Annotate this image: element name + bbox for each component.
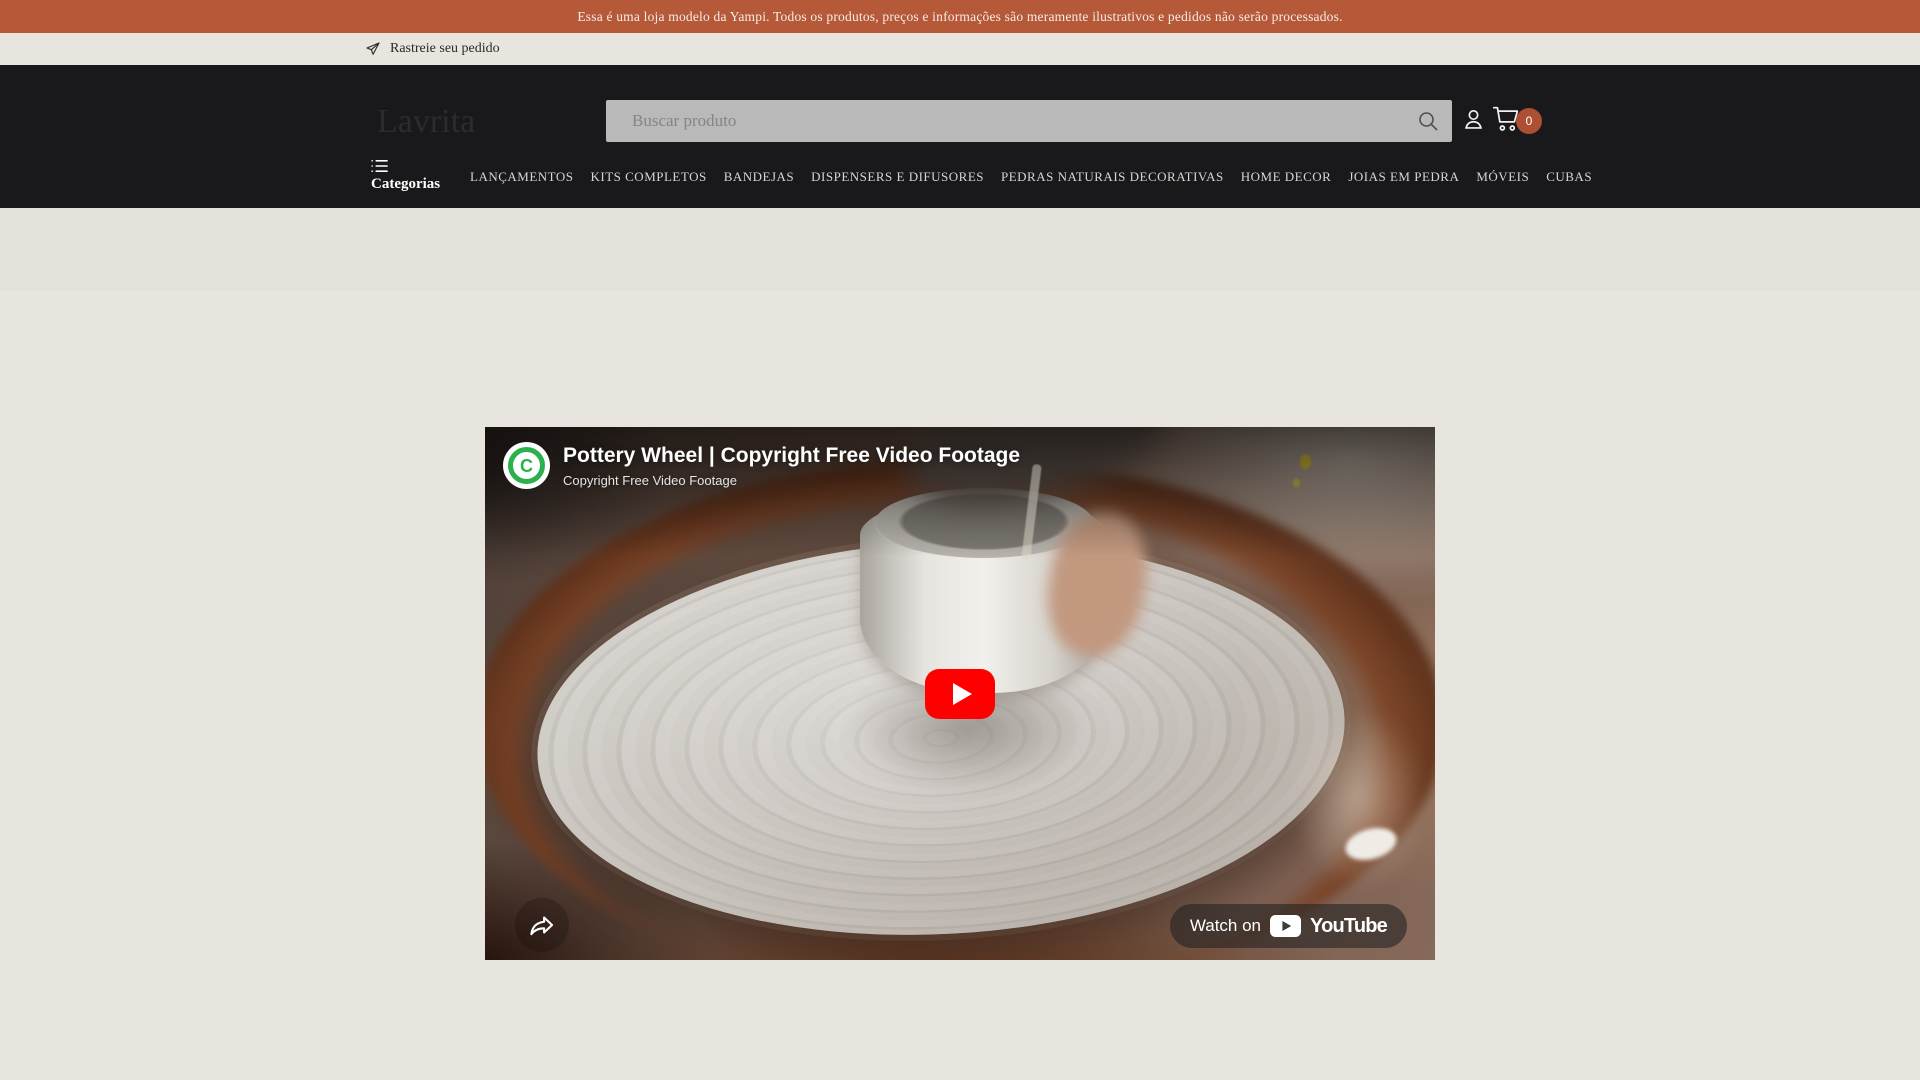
store-logo[interactable]: Lavrita xyxy=(377,105,475,139)
account-button[interactable] xyxy=(1460,106,1487,138)
search-box xyxy=(606,100,1452,142)
menu-list-icon xyxy=(371,160,388,172)
youtube-play-logo-icon xyxy=(1270,915,1302,937)
video-info-bar: C Pottery Wheel | Copyright Free Video F… xyxy=(485,427,1435,504)
cart-count-badge[interactable]: 0 xyxy=(1516,108,1542,134)
nav-item-moveis[interactable]: MÓVEIS xyxy=(1476,169,1529,185)
share-arrow-icon xyxy=(530,916,554,936)
user-icon xyxy=(1465,109,1482,129)
channel-avatar[interactable]: C xyxy=(503,442,550,489)
send-icon xyxy=(366,42,380,55)
copyright-logo-icon: C xyxy=(508,447,545,484)
youtube-wordmark: YouTube xyxy=(1310,914,1388,937)
share-button[interactable] xyxy=(515,898,569,952)
nav-item-home-decor[interactable]: HOME DECOR xyxy=(1241,169,1332,185)
nav-item-kits-completos[interactable]: KITS COMPLETOS xyxy=(591,169,707,185)
cart-count: 0 xyxy=(1525,114,1533,128)
search-icon xyxy=(1419,111,1438,131)
site-header: Lavrita 0 Categorias xyxy=(0,65,1920,208)
nav-item-bandejas[interactable]: BANDEJAS xyxy=(724,169,794,185)
avatar-letter: C xyxy=(520,455,533,476)
page-header-strip xyxy=(0,208,1920,291)
demo-notice-banner: Essa é uma loja modelo da Yampi. Todos o… xyxy=(0,0,1920,33)
youtube-embed: C Pottery Wheel | Copyright Free Video F… xyxy=(485,427,1435,960)
play-icon xyxy=(953,682,972,705)
categories-label: Categorias xyxy=(371,176,441,192)
categories-menu-button[interactable]: Categorias xyxy=(371,159,440,193)
nav-item-cubas[interactable]: CUBAS xyxy=(1546,169,1592,185)
storefront-page: { "banner": { "text": "Essa é uma loja m… xyxy=(0,0,1920,1080)
main-nav: LANÇAMENTOS KITS COMPLETOS BANDEJAS DISP… xyxy=(470,166,1592,188)
nav-item-lancamentos[interactable]: LANÇAMENTOS xyxy=(470,169,574,185)
nav-item-dispensers-e-difusores[interactable]: DISPENSERS E DIFUSORES xyxy=(811,169,984,185)
channel-name-link[interactable]: Copyright Free Video Footage xyxy=(563,473,1020,488)
track-order-label: Rastreie seu pedido xyxy=(390,41,500,56)
demo-notice-text: Essa é uma loja modelo da Yampi. Todos o… xyxy=(577,8,1343,24)
nav-item-joias-em-pedra[interactable]: JOIAS EM PEDRA xyxy=(1348,169,1459,185)
search-button[interactable] xyxy=(1414,108,1442,136)
video-titles: Pottery Wheel | Copyright Free Video Foo… xyxy=(563,442,1020,488)
utility-bar: Rastreie seu pedido xyxy=(0,33,1920,65)
track-order-link[interactable]: Rastreie seu pedido xyxy=(365,41,500,57)
video-title-link[interactable]: Pottery Wheel | Copyright Free Video Foo… xyxy=(563,444,1020,468)
watch-on-label: Watch on xyxy=(1189,916,1262,935)
nav-item-pedras-naturais-decorativas[interactable]: PEDRAS NATURAIS DECORATIVAS xyxy=(1001,169,1224,185)
watch-on-youtube-button[interactable]: Watch on YouTube xyxy=(1169,904,1407,948)
play-button[interactable] xyxy=(925,668,995,719)
search-input[interactable] xyxy=(606,100,1452,142)
